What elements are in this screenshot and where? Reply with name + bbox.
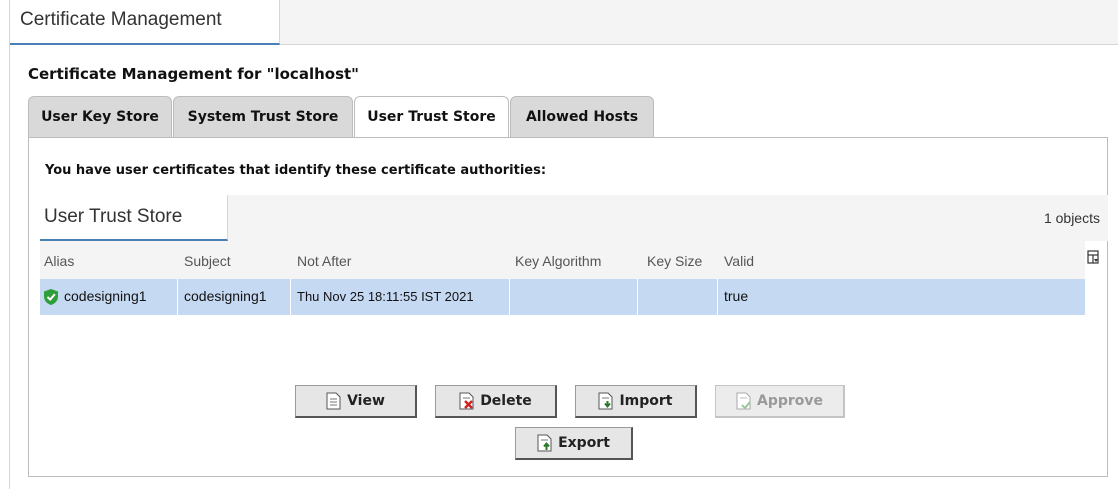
export-button[interactable]: Export (515, 427, 633, 460)
intro-text: You have user certificates that identify… (45, 163, 547, 178)
outer-tab-bar: Certificate Management (9, 0, 1118, 45)
delete-document-icon (459, 392, 474, 410)
import-button-label: Import (619, 393, 673, 409)
view-button[interactable]: View (295, 385, 417, 418)
column-alias[interactable]: Alias (44, 253, 74, 269)
tab-system-trust-store[interactable]: System Trust Store (173, 96, 353, 138)
export-document-icon (537, 434, 552, 452)
panel-title: Certificate Management for "localhost" (28, 65, 359, 83)
certificate-management-panel: Certificate Management for "localhost" U… (9, 45, 1118, 489)
approve-button[interactable]: Approve (715, 385, 845, 418)
tab-allowed-hosts[interactable]: Allowed Hosts (510, 96, 654, 138)
cell-alias: codesigning1 (40, 279, 178, 315)
document-icon (326, 392, 341, 410)
view-button-label: View (347, 393, 385, 409)
alias-text: codesigning1 (64, 288, 147, 304)
column-options-icon[interactable] (1087, 250, 1099, 264)
tab-user-key-store[interactable]: User Key Store (28, 96, 172, 138)
column-valid[interactable]: Valid (724, 253, 754, 269)
cell-key-size (638, 279, 718, 315)
tab-certificate-management[interactable]: Certificate Management (10, 0, 280, 45)
column-key-algorithm[interactable]: Key Algorithm (515, 253, 601, 269)
green-check-shield-icon (44, 289, 58, 305)
column-subject[interactable]: Subject (184, 253, 231, 269)
cell-not-after: Thu Nov 25 18:11:55 IST 2021 (291, 279, 510, 315)
cell-subject: codesigning1 (178, 279, 291, 315)
column-key-size[interactable]: Key Size (647, 253, 702, 269)
table-row[interactable]: codesigning1 codesigning1 Thu Nov 25 18:… (40, 279, 1085, 315)
table-title-tab[interactable]: User Trust Store (40, 195, 228, 241)
column-not-after[interactable]: Not After (297, 253, 351, 269)
tab-user-trust-store[interactable]: User Trust Store (354, 96, 509, 139)
cell-key-algorithm (510, 279, 638, 315)
table-header-bar: User Trust Store 1 objects (40, 195, 1108, 241)
approve-document-icon (736, 392, 751, 410)
export-button-label: Export (558, 435, 610, 451)
cell-valid: true (724, 288, 749, 304)
import-document-icon (598, 392, 613, 410)
approve-button-label: Approve (756, 393, 824, 409)
object-count: 1 objects (1043, 210, 1100, 226)
import-button[interactable]: Import (575, 385, 697, 418)
column-header-row: Alias Subject Not After Key Algorithm Ke… (40, 241, 1099, 279)
tab-content: You have user certificates that identify… (28, 137, 1108, 477)
delete-button-label: Delete (480, 393, 532, 409)
delete-button[interactable]: Delete (435, 385, 557, 418)
